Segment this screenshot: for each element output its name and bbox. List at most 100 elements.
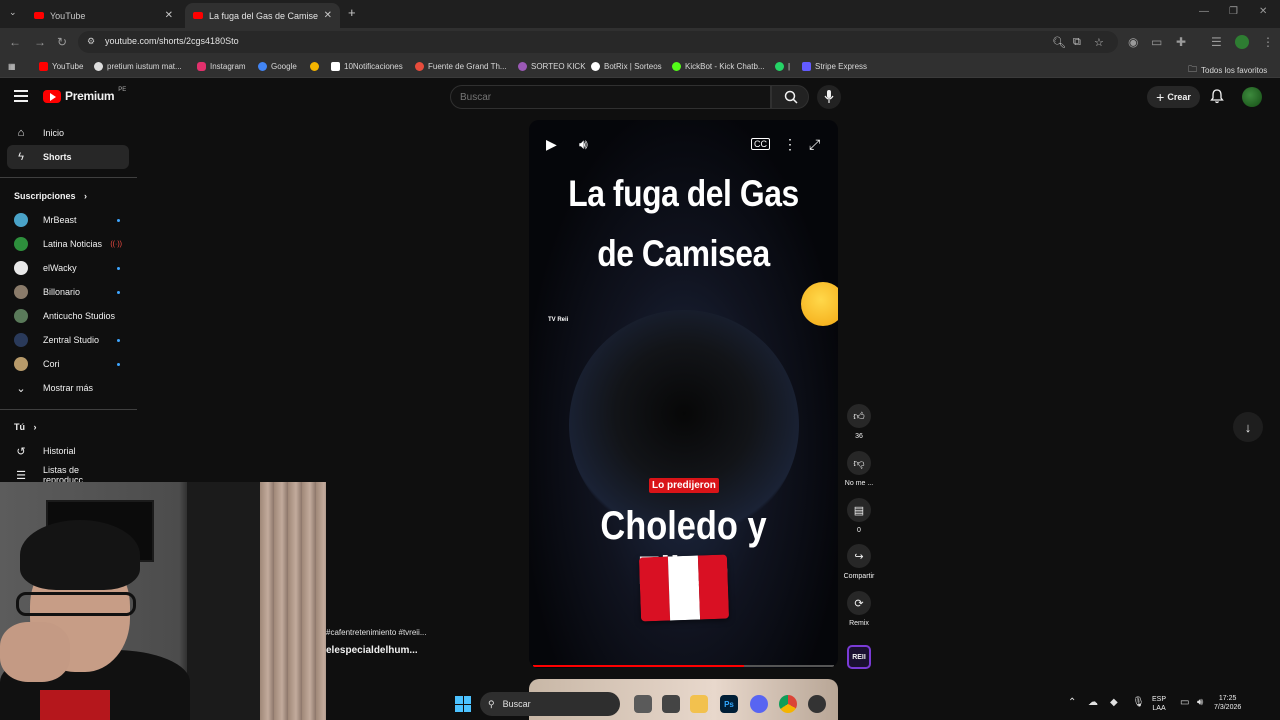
more-options-icon[interactable]: ⋮ (783, 136, 797, 153)
network-icon[interactable]: ▭ (1180, 697, 1189, 708)
search-button[interactable] (771, 85, 809, 109)
volume-icon[interactable]: 🔊︎ (579, 136, 588, 153)
forward-icon[interactable]: → (34, 35, 46, 49)
sidebar-item-subscription[interactable]: elWacky (7, 256, 129, 280)
clock[interactable]: 17:25 7/3/2026 (1214, 694, 1241, 712)
new-content-dot (117, 290, 120, 294)
hamburger-menu-icon[interactable] (14, 90, 28, 102)
captions-icon[interactable]: CC (751, 138, 770, 150)
discord-icon[interactable] (750, 695, 768, 713)
omnibox[interactable]: ⚙ youtube.com/shorts/2cgs4180Sto 🔍︎ ⧉ ☆ (78, 31, 1118, 53)
bookmark-item[interactable]: YouTube (39, 62, 83, 71)
volume-icon[interactable]: 🔊︎ (1197, 697, 1203, 708)
all-bookmarks-folder[interactable]: 🗀 Todos los favoritos (1188, 62, 1267, 78)
bookmark-item[interactable]: Google (258, 62, 297, 71)
sidebar-item-history[interactable]: ↺ Historial (7, 439, 129, 463)
chrome-icon[interactable] (779, 695, 797, 713)
sidebar-item-label: Latina Noticias (43, 239, 103, 249)
video-progress-bar[interactable] (533, 665, 834, 667)
window-close-icon[interactable]: ✕ (1259, 6, 1267, 17)
close-icon[interactable]: ✕ (165, 10, 173, 21)
clock-date: 7/3/2026 (1214, 704, 1242, 711)
bookmark-item[interactable] (310, 62, 319, 71)
sidebar-item-subscription[interactable]: Latina Noticias ((·)) (7, 232, 129, 256)
bookmark-label: 10Notificaciones (344, 62, 403, 71)
extension-icon[interactable]: ◉ (1128, 35, 1138, 49)
voice-search-button[interactable] (817, 85, 841, 109)
bookmark-item[interactable]: SORTEO KICK (518, 62, 586, 71)
bookmark-label: BotRix | Sorteos (604, 62, 662, 71)
notifications-bell-icon[interactable] (1210, 89, 1224, 104)
video-channel-line[interactable]: elespecialdelhum... (326, 645, 418, 656)
comments-button[interactable]: ▤ 0 (843, 498, 875, 534)
search-box[interactable] (450, 85, 771, 109)
file-explorer-icon[interactable] (690, 695, 708, 713)
video-hashtags[interactable]: #cafentretenimiento #tvreii... (326, 628, 427, 637)
close-icon[interactable]: ✕ (324, 10, 332, 21)
play-icon[interactable]: ▶ (546, 136, 557, 153)
remix-button[interactable]: ⟳ Remix (843, 591, 875, 627)
reload-icon[interactable]: ↻ (57, 35, 67, 49)
bookmark-item[interactable]: | (775, 62, 790, 71)
sidebar-item-show-more[interactable]: ⌄ Mostrar más (7, 376, 129, 400)
tab-short[interactable]: La fuga del Gas de Camisea #el ✕ (185, 3, 340, 28)
new-tab-button[interactable]: + (348, 5, 356, 20)
apps-grid-icon[interactable]: ▦ (8, 62, 16, 71)
minimize-icon[interactable]: — (1199, 6, 1209, 17)
sidebar-item-subscription[interactable]: Zentral Studio (7, 328, 129, 352)
share-button[interactable]: ↪ Compartir (843, 544, 875, 580)
create-button[interactable]: + Crear (1147, 86, 1200, 108)
browser-menu-icon[interactable]: ⋮ (1262, 35, 1274, 49)
taskbar-search[interactable]: ⚲ Buscar (480, 692, 620, 716)
sidebar-item-shorts[interactable]: ϟ Shorts (7, 145, 129, 169)
tab-youtube[interactable]: YouTube ✕ (26, 3, 181, 28)
profile-avatar[interactable] (1235, 35, 1249, 49)
tab-search-icon[interactable]: ⌄ (9, 7, 17, 18)
tray-mic-icon[interactable]: 🎙︎ (1132, 697, 1145, 708)
bookmark-item[interactable]: Instagram (197, 62, 246, 71)
account-avatar[interactable] (1242, 87, 1262, 107)
bookmark-label: | (788, 62, 791, 71)
short-video-player[interactable]: ▶ 🔊︎ CC ⋮ ⤢ La fuga del Gas de Camisea T… (529, 120, 838, 668)
like-button[interactable]: 👍︎ 36 (843, 404, 875, 440)
tray-app-icon[interactable]: ◆ (1110, 697, 1118, 708)
url-text[interactable]: youtube.com/shorts/2cgs4180Sto (105, 36, 239, 46)
dislike-button[interactable]: 👎︎ No me ... (843, 451, 875, 487)
sidebar-item-subscription[interactable]: Anticucho Studios (7, 304, 129, 328)
fullscreen-icon[interactable]: ⤢ (809, 136, 820, 153)
bookmark-star-icon[interactable]: ☆ (1094, 36, 1104, 49)
search-input[interactable] (460, 92, 760, 103)
sidebar-item-subscription[interactable]: Billonario (7, 280, 129, 304)
you-heading[interactable]: Tú › (14, 422, 37, 432)
restore-icon[interactable]: ❐ (1229, 6, 1238, 17)
sidebar-item-home[interactable]: ⌂ Inicio (7, 121, 129, 145)
tray-overflow-icon[interactable]: ⌃ (1068, 697, 1076, 708)
bookmark-item[interactable]: Fuente de Grand Th... (415, 62, 507, 71)
channel-avatar (14, 237, 28, 251)
windows-start-icon[interactable] (455, 696, 471, 712)
site-info-icon[interactable]: ⚙ (87, 36, 95, 47)
channel-thumbnail[interactable]: REII (847, 645, 871, 669)
sidebar-item-subscription[interactable]: MrBeast (7, 208, 129, 232)
zoom-icon[interactable]: 🔍︎ (1052, 36, 1066, 49)
app-icon[interactable] (662, 695, 680, 713)
install-icon[interactable]: ⧉ (1073, 36, 1081, 49)
task-view-icon[interactable] (634, 695, 652, 713)
bookmark-item[interactable]: KickBot - Kick Chatb... (672, 62, 765, 71)
reading-list-icon[interactable]: ☰ (1211, 35, 1222, 49)
tray-app-icon[interactable]: ☁ (1088, 697, 1098, 708)
extensions-puzzle-icon[interactable]: ✚ (1176, 35, 1186, 49)
bookmark-item[interactable]: pretium iustum mat... (94, 62, 182, 71)
next-video-arrow-icon[interactable]: ↓ (1233, 412, 1263, 442)
youtube-premium-logo[interactable]: Premium PE (43, 87, 126, 103)
subscriptions-heading[interactable]: Suscripciones › (14, 191, 87, 201)
input-language[interactable]: ESP LAA (1152, 695, 1166, 713)
bookmark-item[interactable]: 10Notificaciones (331, 62, 403, 71)
sidebar-item-subscription[interactable]: Cori (7, 352, 129, 376)
photoshop-icon[interactable]: Ps (720, 695, 738, 713)
bookmark-item[interactable]: Stripe Express (802, 62, 867, 71)
bookmark-item[interactable]: BotRix | Sorteos (591, 62, 662, 71)
obs-icon[interactable] (808, 695, 826, 713)
back-icon[interactable]: ← (9, 35, 21, 49)
extension-icon[interactable]: ▭ (1151, 35, 1162, 49)
